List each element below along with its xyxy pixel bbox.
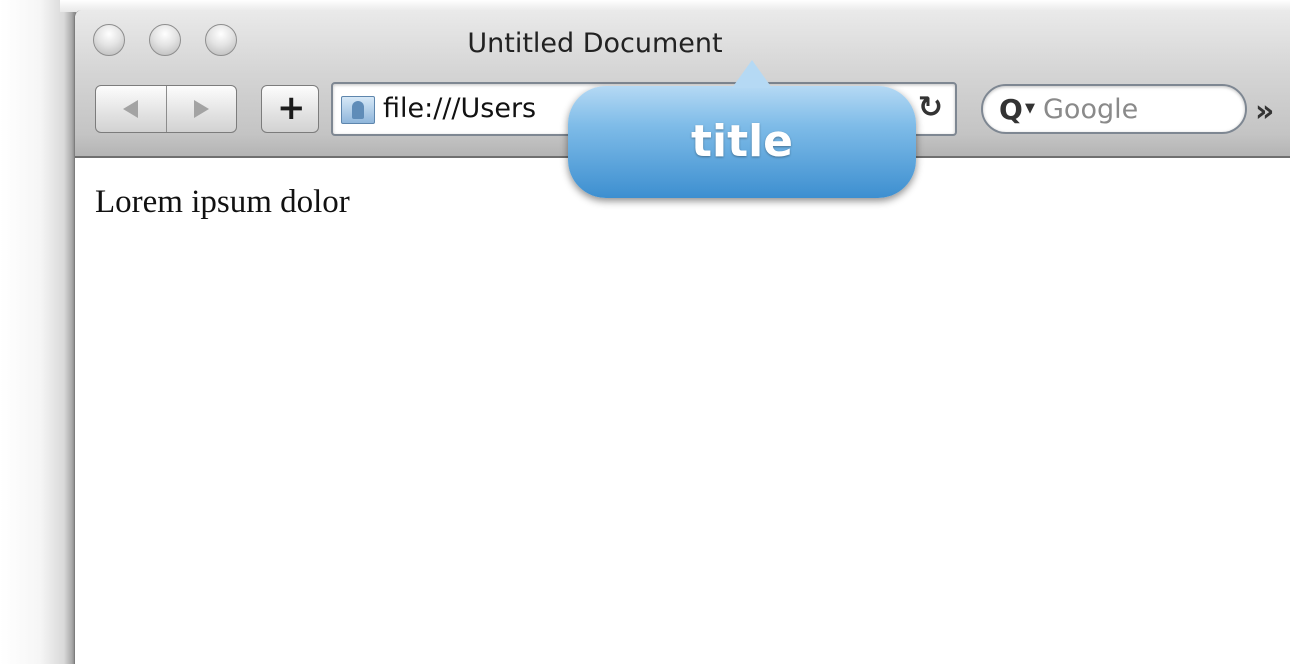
toolbar-overflow-icon[interactable]: »	[1255, 94, 1274, 129]
window-title-label: Untitled Document	[467, 28, 723, 59]
window-title: Untitled Document	[75, 28, 1290, 59]
search-icon: Q	[999, 93, 1023, 126]
title-callout: title	[568, 60, 916, 198]
back-arrow-icon[interactable]	[123, 100, 138, 118]
file-icon	[341, 96, 375, 124]
search-field[interactable]: Q ▼ Google	[981, 84, 1247, 134]
page-body-text: Lorem ipsum dolor	[95, 184, 350, 220]
plus-icon: +	[277, 88, 306, 128]
nav-buttons	[95, 85, 237, 133]
nav-divider	[166, 86, 167, 132]
search-placeholder: Google	[1043, 94, 1139, 125]
reload-icon[interactable]: ↻	[918, 90, 943, 125]
window-shadow	[0, 0, 76, 664]
search-menu-caret-icon[interactable]: ▼	[1025, 101, 1035, 116]
forward-arrow-icon[interactable]	[194, 100, 209, 118]
add-bookmark-button[interactable]: +	[261, 85, 319, 133]
address-text: file:///Users	[383, 93, 537, 124]
callout-label: title	[690, 116, 794, 167]
